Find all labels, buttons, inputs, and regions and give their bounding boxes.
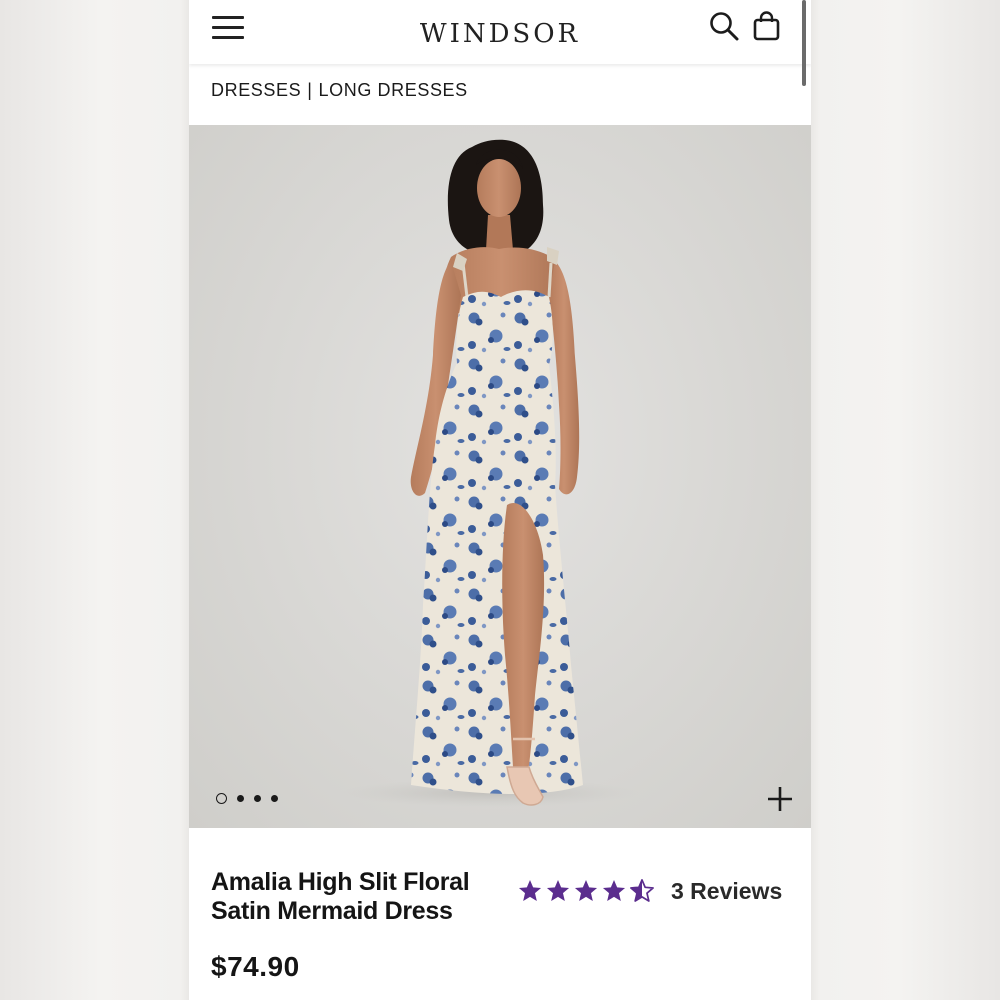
product-photo [339, 139, 639, 807]
page-scrollbar[interactable] [802, 0, 806, 86]
breadcrumb-dresses[interactable]: DRESSES [211, 80, 301, 100]
half-star-icon [630, 879, 654, 902]
shopping-bag-icon[interactable] [750, 10, 784, 44]
site-header: WINDSOR [189, 0, 811, 86]
star-icon [574, 879, 598, 901]
star-icon [602, 879, 626, 901]
product-title: Amalia High Slit Floral Satin Mermaid Dr… [211, 868, 470, 925]
search-icon[interactable] [707, 10, 741, 44]
breadcrumb-separator: | [307, 80, 313, 100]
breadcrumb-long-dresses[interactable]: LONG DRESSES [319, 80, 468, 100]
star-icon [546, 879, 570, 901]
phone-screen: WINDSOR DRESSES | LONG DRESSES [189, 0, 811, 1000]
star-icon [518, 879, 542, 901]
gallery-pagination [216, 792, 278, 804]
breadcrumb: DRESSES | LONG DRESSES [211, 80, 468, 101]
gallery-dot-2[interactable] [237, 794, 244, 802]
plus-icon[interactable] [766, 785, 794, 813]
gallery-dot-4[interactable] [271, 794, 278, 802]
rating-stars [517, 878, 655, 904]
product-image-gallery[interactable] [189, 125, 811, 828]
reviews-link[interactable]: 3 Reviews [671, 878, 782, 905]
gallery-dot-1[interactable] [216, 792, 227, 804]
product-price: $74.90 [211, 951, 300, 982]
product-rating[interactable]: 3 Reviews [517, 876, 782, 906]
gallery-dot-3[interactable] [254, 794, 261, 802]
